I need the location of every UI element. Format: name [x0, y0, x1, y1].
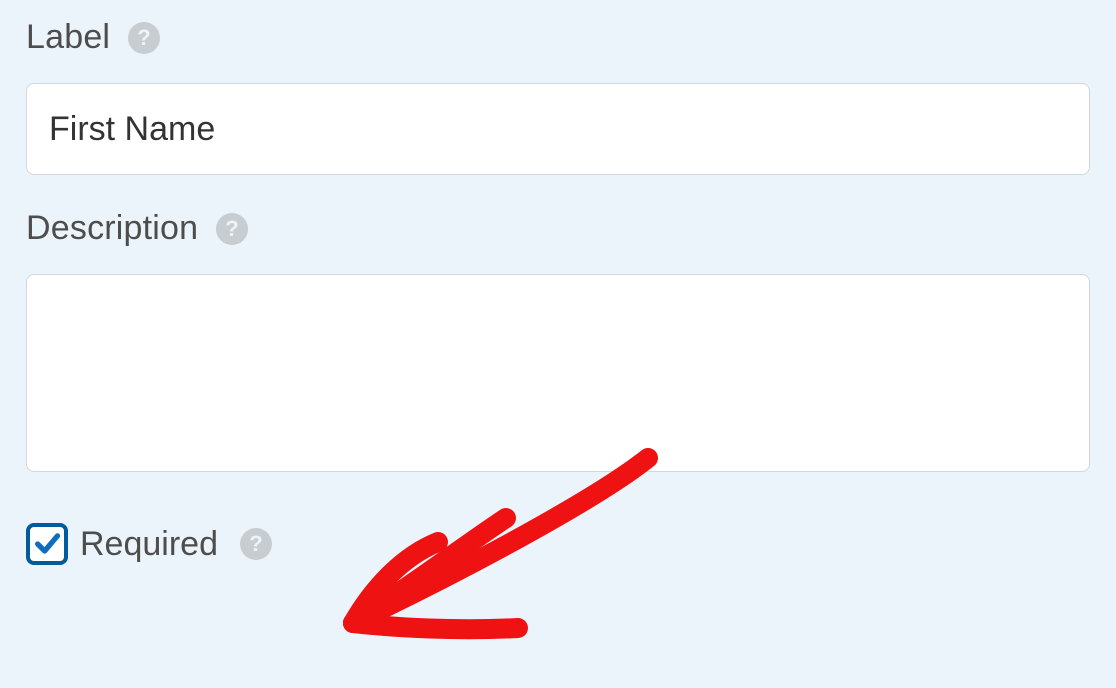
label-field-header: Label ? — [26, 18, 1090, 57]
help-icon[interactable]: ? — [240, 528, 272, 560]
svg-text:?: ? — [137, 25, 150, 50]
help-icon[interactable]: ? — [128, 22, 160, 54]
description-field-title: Description — [26, 209, 198, 248]
description-field-block: Description ? — [26, 209, 1090, 477]
label-field-block: Label ? — [26, 18, 1090, 175]
description-field-header: Description ? — [26, 209, 1090, 248]
svg-text:?: ? — [226, 216, 239, 241]
required-checkbox-label: Required — [80, 525, 218, 564]
label-input[interactable] — [26, 83, 1090, 175]
required-checkbox-row: Required ? — [26, 523, 1090, 565]
annotation-arrow-icon — [308, 448, 708, 688]
label-field-title: Label — [26, 18, 110, 57]
svg-text:?: ? — [249, 531, 262, 556]
description-textarea[interactable] — [26, 274, 1090, 472]
help-icon[interactable]: ? — [216, 213, 248, 245]
required-checkbox[interactable] — [26, 523, 68, 565]
